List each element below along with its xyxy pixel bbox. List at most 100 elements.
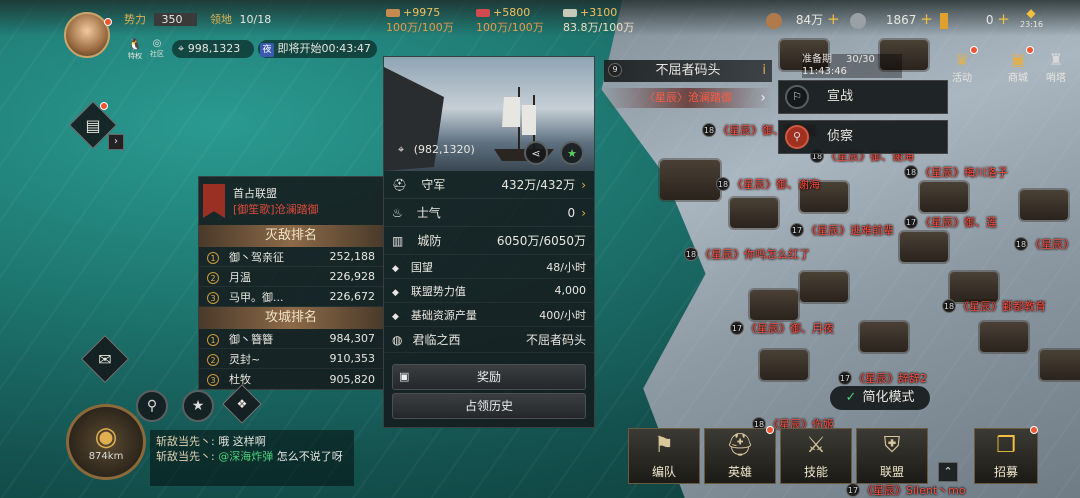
level-badge: 18: [942, 299, 956, 313]
prep-status: 准备期 30/30 11:43:46: [802, 54, 902, 78]
vip-button[interactable]: 🐧 特权: [124, 38, 146, 61]
map-building[interactable]: [660, 160, 720, 200]
map-label[interactable]: 18 《星辰》梅川洛子: [904, 164, 1008, 180]
copper-add-button[interactable]: +: [827, 10, 840, 28]
community-button[interactable]: ◎ 社区: [146, 38, 168, 59]
map-label[interactable]: 18 《星辰》御、谢海: [716, 176, 820, 192]
alliance-button[interactable]: ⛨ 联盟: [856, 428, 928, 484]
scout-button[interactable]: ⚲ 侦察: [778, 120, 948, 154]
coords-pill[interactable]: ⌖ 998,1323: [172, 40, 254, 58]
skill-button[interactable]: ⚔ 技能: [780, 428, 852, 484]
scroll-icon: ▤: [85, 115, 101, 135]
chest-icon: ▣: [399, 370, 410, 383]
gold-add-button[interactable]: +: [997, 10, 1010, 28]
map-building[interactable]: [980, 322, 1028, 352]
map-label[interactable]: 17 《星辰》辞辞2: [838, 370, 927, 386]
community-label: 社区: [150, 50, 164, 58]
map-label[interactable]: 17 《星辰》逃难前辈: [790, 222, 894, 238]
hero-button[interactable]: ⛑ 英雄: [704, 428, 776, 484]
iron-delta: +5800: [493, 6, 531, 19]
prestige-label: 国望: [410, 260, 433, 274]
siege-rank-row: 1 御丶簪簪 984,307: [199, 329, 383, 349]
shield-icon: ⛨: [883, 433, 901, 458]
rank-value: 984,307: [329, 332, 376, 345]
banner-icon: [203, 184, 225, 218]
gold-resource[interactable]: 0 +: [940, 10, 1010, 29]
map-building[interactable]: [750, 290, 798, 320]
compass-button[interactable]: ◉ 874km: [66, 404, 146, 480]
rank-name: 杜牧: [229, 373, 251, 386]
chat-mention[interactable]: @深海炸弹: [218, 450, 273, 463]
map-building[interactable]: [1020, 190, 1068, 220]
map-building[interactable]: [900, 232, 948, 262]
map-building[interactable]: [730, 198, 778, 228]
countdown-pill[interactable]: 夜 即将开始00:43:47: [258, 40, 377, 58]
community-icon: ◎: [152, 38, 162, 49]
resource-wood[interactable]: +9975 100万/100万: [386, 6, 454, 35]
silver-icon: [850, 12, 866, 29]
garrison-row[interactable]: ⛑ 守军 432万/432万 ›: [384, 171, 594, 199]
map-building[interactable]: [1040, 350, 1080, 380]
city-coords-value: (982,1320): [413, 143, 475, 156]
player-avatar[interactable]: [64, 12, 110, 58]
map-building[interactable]: [860, 322, 908, 352]
rank-value: 226,672: [329, 290, 376, 303]
countdown-text: 即将开始00:43:47: [277, 42, 371, 55]
declare-war-button[interactable]: ⚐ 宣战: [778, 80, 948, 114]
level-badge: 17: [730, 321, 744, 335]
map-label[interactable]: 17 《星辰》御、月夜: [730, 320, 834, 336]
diamond-bullet-icon: ◆: [392, 263, 399, 274]
bookmark-star-icon[interactable]: ★: [560, 141, 584, 165]
map-building[interactable]: [920, 182, 968, 212]
silver-resource[interactable]: 1867 +: [850, 10, 933, 29]
declare-war-icon: ⚐: [785, 85, 809, 109]
shop-button[interactable]: ▣ 商城: [1004, 50, 1032, 84]
info-icon[interactable]: ⅰ: [762, 60, 766, 82]
map-label[interactable]: 18 《星辰》: [1014, 236, 1074, 252]
search-button[interactable]: ⚲: [136, 390, 168, 422]
diamond-bullet-icon: ◆: [392, 287, 399, 298]
map-building[interactable]: [760, 350, 808, 380]
favorite-button[interactable]: ★: [182, 390, 214, 422]
copper-icon: [766, 12, 782, 29]
resource-iron[interactable]: +5800 100万/100万: [476, 6, 544, 35]
collapse-up-icon[interactable]: ⌃: [938, 462, 958, 482]
city-info-panel: ⌖ (982,1320) ⋖ ★ ⛑ 守军 432万/432万 › ♨ 士气 0 › ▥…: [383, 56, 595, 428]
territory-block: 领地 10/18: [210, 11, 271, 27]
formation-button[interactable]: ⚑ 编队: [628, 428, 700, 484]
target-owner[interactable]: 〈星辰〉沧澜踏御 ›: [604, 88, 772, 108]
chat-line: 斩敌当先丶: 哦 这样啊: [156, 434, 348, 449]
first-alliance-value: [御笙歌]沧澜踏御: [233, 203, 319, 216]
wood-delta: +9975: [403, 6, 441, 19]
lord-label: 君临之西: [412, 333, 461, 347]
reward-button-label: 奖励: [476, 370, 501, 384]
alliance-panel: 首占联盟 [御笙歌]沧澜踏御 灭敌排名 1 御丶驾亲征 252,188 2 月温 226…: [198, 176, 384, 390]
recruit-button[interactable]: ❒ 招募: [974, 428, 1038, 484]
morale-row[interactable]: ♨ 士气 0 ›: [384, 199, 594, 227]
crossed-swords-icon: ⚔: [806, 433, 826, 458]
map-label[interactable]: 18 《星辰》你吗怎么红了: [684, 246, 810, 262]
simplify-mode-toggle[interactable]: ✓ 简化模式: [830, 386, 930, 410]
level-badge: 18: [1014, 237, 1028, 251]
reward-button[interactable]: ▣ 奖励: [392, 364, 586, 390]
scout-label: 侦察: [827, 129, 854, 144]
silver-add-button[interactable]: +: [920, 10, 933, 28]
chat-sender: 斩敌当先丶:: [156, 435, 215, 448]
map-building[interactable]: [800, 272, 848, 302]
chat-sender: 斩敌当先丶:: [156, 450, 215, 463]
map-label[interactable]: 18 《星辰》鄞都教育: [942, 298, 1046, 314]
lookout-button[interactable]: ♜ 哨塔: [1040, 50, 1072, 84]
share-icon[interactable]: ⋖: [524, 141, 548, 165]
city-image: ⌖ (982,1320) ⋖ ★: [384, 57, 594, 171]
map-label[interactable]: 17 《星辰》御、莲: [904, 214, 997, 230]
resource-grain[interactable]: +3100 83.8万/100万: [563, 6, 634, 35]
expand-arrow-icon[interactable]: ›: [108, 134, 124, 150]
history-button[interactable]: 占领历史: [392, 393, 586, 419]
activity-button[interactable]: ♛ 活动: [948, 50, 976, 84]
defense-value: 6050万/6050万: [496, 234, 586, 248]
map-label-text: 《星辰》辞辞2: [854, 372, 927, 385]
copper-resource[interactable]: 84万 +: [766, 10, 840, 29]
chat-box[interactable]: 斩敌当先丶: 哦 这样啊 斩敌当先丶: @深海炸弹 怎么不说了呀: [150, 430, 354, 486]
map-label[interactable]: 17 《星辰》Silent丶mo: [846, 482, 966, 498]
map-label-text: 《星辰》你吗怎么红了: [700, 248, 810, 261]
